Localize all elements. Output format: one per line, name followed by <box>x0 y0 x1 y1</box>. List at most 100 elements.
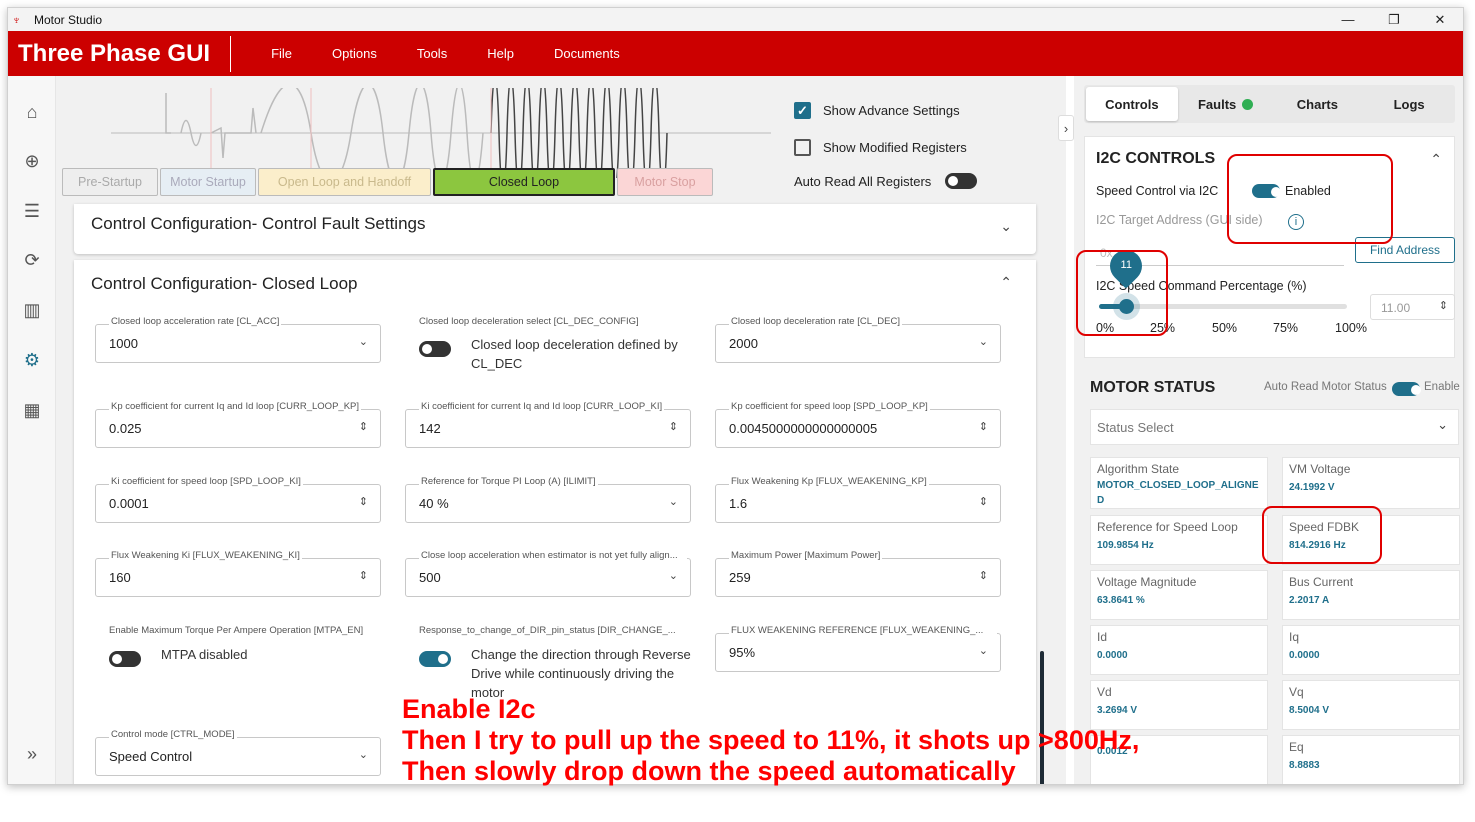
auto-read-toggle[interactable] <box>945 173 978 189</box>
ctrl-mode-input[interactable]: Speed Control ⌄ <box>95 737 381 776</box>
cycle-icon[interactable]: ⟳ <box>20 248 44 272</box>
status-cell-value: 8.8883 <box>1289 760 1320 771</box>
phase-closed-loop[interactable]: Closed Loop <box>433 168 615 196</box>
status-cell-label: Id <box>1097 630 1108 644</box>
stepper-icon[interactable]: ⇕ <box>979 495 988 508</box>
mtpa-text: MTPA disabled <box>161 647 248 662</box>
motor-icon[interactable]: ⊕ <box>20 149 44 173</box>
fw-ref-input[interactable]: 95% ⌄ <box>715 633 1001 672</box>
checkbox-unchecked-icon[interactable] <box>794 139 811 156</box>
tab-faults[interactable]: Faults <box>1180 85 1272 123</box>
tab-faults-label: Faults <box>1197 96 1237 112</box>
fw-ref-value: 95% <box>729 645 756 660</box>
chevron-down-icon[interactable]: ⌄ <box>669 495 678 508</box>
tab-logs[interactable]: Logs <box>1363 85 1455 123</box>
maximize-button[interactable]: ❐ <box>1371 8 1417 31</box>
stepper-icon[interactable]: ⇕ <box>359 420 368 433</box>
tab-controls[interactable]: Controls <box>1086 87 1178 121</box>
chevron-down-icon[interactable]: ⌄ <box>359 748 368 761</box>
spd-ki-value: 0.0001 <box>109 496 149 511</box>
auto-read-status-toggle[interactable] <box>1392 382 1421 396</box>
phase-motor-stop[interactable]: Motor Stop <box>617 168 713 196</box>
menu-documents[interactable]: Documents <box>534 46 640 61</box>
stepper-icon[interactable]: ⇕ <box>1439 299 1448 312</box>
phase-pre-startup[interactable]: Pre-Startup <box>62 168 158 196</box>
status-cell-value: 0.0000 <box>1289 650 1320 661</box>
minimize-button[interactable]: — <box>1325 8 1371 31</box>
slider-mark-100: 100% <box>1335 321 1367 335</box>
close-acc-input[interactable]: 500 ⌄ <box>405 558 691 597</box>
ilimit-input[interactable]: 40 % ⌄ <box>405 484 691 523</box>
menu-help[interactable]: Help <box>467 46 534 61</box>
fault-settings-title: Control Configuration- Control Fault Set… <box>91 214 426 233</box>
ctrl-mode-label: Control mode [CTRL_MODE] <box>109 729 237 740</box>
register-map-icon[interactable]: ▦ <box>20 398 44 422</box>
chevron-down-icon[interactable]: ⌄ <box>979 335 988 348</box>
stepper-icon[interactable]: ⇕ <box>979 569 988 582</box>
spd-kp-input[interactable]: 0.0045000000000000005 ⇕ <box>715 409 1001 448</box>
tab-logs-label: Logs <box>1393 96 1425 112</box>
sidebar: ⌂ ⊕ ☰ ⟳ ▥ ⚙ ▦ » <box>8 76 56 784</box>
home-icon[interactable]: ⌂ <box>20 100 44 124</box>
status-cell-value: 8.5004 V <box>1289 705 1330 716</box>
menu-options[interactable]: Options <box>312 46 397 61</box>
fw-ki-input[interactable]: 160 ⇕ <box>95 558 381 597</box>
expand-sidebar-icon[interactable]: » <box>20 742 44 766</box>
phase-open-loop[interactable]: Open Loop and Handoff <box>258 168 431 196</box>
tab-charts-label: Charts <box>1296 96 1338 112</box>
stepper-icon[interactable]: ⇕ <box>359 569 368 582</box>
chevron-down-icon[interactable]: ⌄ <box>1000 218 1012 235</box>
cl-dec-input[interactable]: 2000 ⌄ <box>715 324 1001 363</box>
show-modified-registers[interactable]: Show Modified Registers <box>794 139 967 156</box>
checkbox-checked-icon[interactable]: ✓ <box>794 102 811 119</box>
dir-change-toggle[interactable] <box>419 651 451 667</box>
chevron-up-icon[interactable]: ⌃ <box>1000 274 1012 291</box>
chevron-down-icon[interactable]: ⌄ <box>1437 417 1448 433</box>
phase-motor-startup[interactable]: Motor Startup <box>160 168 256 196</box>
stepper-icon[interactable]: ⇕ <box>359 495 368 508</box>
menu-file[interactable]: File <box>251 46 312 61</box>
chart-icon[interactable]: ▥ <box>20 298 44 322</box>
ctrl-mode-value: Speed Control <box>109 749 193 764</box>
curr-ki-input[interactable]: 142 ⇕ <box>405 409 691 448</box>
cl-dec-config-toggle[interactable] <box>419 341 451 357</box>
mtpa-label: Enable Maximum Torque Per Ampere Operati… <box>109 625 364 636</box>
fw-kp-value: 1.6 <box>729 496 748 511</box>
status-cell-vm-voltage: VM Voltage 24.1992 V <box>1282 457 1460 509</box>
status-select-dropdown[interactable]: Status Select ⌄ <box>1090 409 1459 445</box>
max-power-input[interactable]: 259 ⇕ <box>715 558 1001 597</box>
settings-gears-icon[interactable]: ⚙ <box>20 348 44 372</box>
curr-kp-value: 0.025 <box>109 421 142 436</box>
speed-cmd-input[interactable]: 11.00 ⇕ <box>1370 294 1455 320</box>
collapse-panel-chevron-icon[interactable]: › <box>1058 115 1074 141</box>
tuning-sliders-icon[interactable]: ☰ <box>20 199 44 223</box>
show-advance-settings[interactable]: ✓ Show Advance Settings <box>794 102 960 119</box>
tab-charts[interactable]: Charts <box>1272 85 1364 123</box>
chevron-down-icon[interactable]: ⌄ <box>669 569 678 582</box>
mtpa-toggle[interactable] <box>109 651 141 667</box>
fault-settings-card[interactable]: Control Configuration- Control Fault Set… <box>74 204 1036 254</box>
close-button[interactable]: ✕ <box>1417 8 1463 31</box>
chevron-down-icon[interactable]: ⌄ <box>979 644 988 657</box>
stepper-icon[interactable]: ⇕ <box>669 420 678 433</box>
status-cell-id: Id 0.0000 <box>1090 625 1268 675</box>
status-cell-label: Bus Current <box>1289 575 1354 589</box>
fw-kp-input[interactable]: 1.6 ⇕ <box>715 484 1001 523</box>
menu-tools[interactable]: Tools <box>397 46 467 61</box>
motor-status-title: MOTOR STATUS <box>1090 379 1216 396</box>
curr-kp-input[interactable]: 0.025 ⇕ <box>95 409 381 448</box>
chevron-up-icon[interactable]: ⌃ <box>1430 151 1442 168</box>
cl-acc-input[interactable]: 1000 ⌄ <box>95 324 381 363</box>
chevron-down-icon[interactable]: ⌄ <box>359 335 368 348</box>
status-cell-eq: Eq 8.8883 <box>1282 735 1460 784</box>
spd-ki-input[interactable]: 0.0001 ⇕ <box>95 484 381 523</box>
closed-loop-card: Control Configuration- Closed Loop ⌃ 100… <box>74 260 1036 784</box>
fault-status-dot-icon <box>1242 98 1254 110</box>
app-header: Three Phase GUI File Options Tools Help … <box>8 31 1463 76</box>
curr-ki-value: 142 <box>419 421 441 436</box>
auto-read-registers[interactable]: Auto Read All Registers <box>794 173 978 189</box>
fw-ref-label: FLUX WEAKENING REFERENCE [FLUX_WEAKENING… <box>729 625 997 636</box>
scrollbar-thumb[interactable] <box>1040 651 1044 784</box>
status-cell-value: 109.9854 Hz <box>1097 540 1154 551</box>
stepper-icon[interactable]: ⇕ <box>979 420 988 433</box>
